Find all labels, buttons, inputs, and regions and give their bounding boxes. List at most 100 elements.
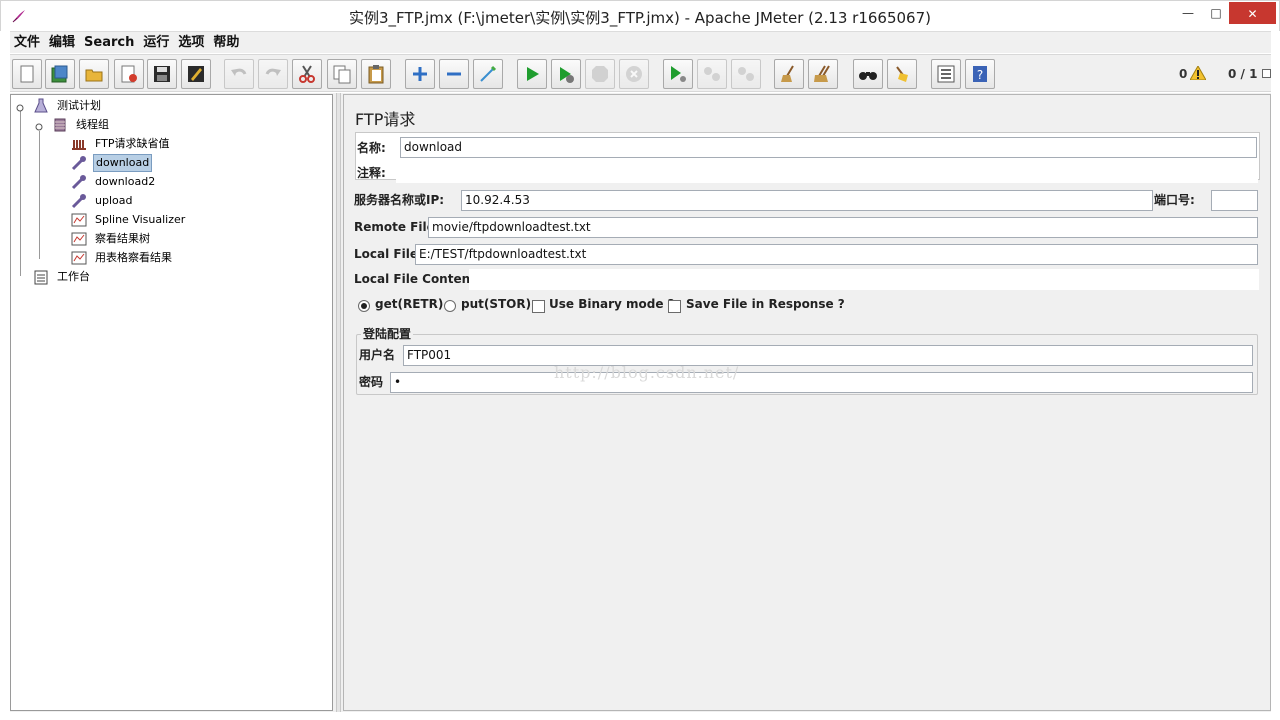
binary-mode-checkbox[interactable] (532, 300, 545, 313)
menu-run[interactable]: 运行 (140, 32, 172, 54)
menu-bar: 文件 编辑 Search 运行 选项 帮助 (10, 31, 1271, 53)
shutdown-button[interactable] (619, 59, 649, 89)
function-helper-button[interactable] (931, 59, 961, 89)
test-plan-icon (34, 98, 48, 113)
sampler-pipette-icon (71, 194, 86, 209)
title-bar: 实例3_FTP.jmx (F:\jmeter\实例\实例3_FTP.jmx) -… (0, 0, 1280, 31)
stop-button[interactable] (585, 59, 615, 89)
warning-icon[interactable] (1190, 66, 1206, 80)
remote-stop-all-button[interactable] (697, 59, 727, 89)
put-radio[interactable] (444, 300, 456, 312)
search-button[interactable] (853, 59, 883, 89)
stop-icon (592, 66, 608, 82)
save-as-image-button[interactable] (181, 59, 211, 89)
save-image-icon (188, 66, 204, 82)
clear-button[interactable] (774, 59, 804, 89)
open-button[interactable] (79, 59, 109, 89)
broom-reset-icon (896, 66, 908, 82)
local-contents-label: Local File Contents: (354, 272, 488, 286)
local-file-field[interactable]: E:/TEST/ftpdownloadtest.txt (415, 244, 1258, 265)
copy-icon (333, 65, 351, 84)
tree-item-label: upload (95, 194, 133, 207)
expand-toggle-icon[interactable] (35, 123, 43, 131)
menu-file[interactable]: 文件 (11, 32, 43, 54)
remote-shutdown-all-button[interactable] (731, 59, 761, 89)
scissors-icon (299, 65, 315, 83)
redo-icon (265, 68, 281, 76)
tree-item-label: Spline Visualizer (95, 213, 186, 226)
expand-toggle-icon[interactable] (16, 104, 24, 112)
sampler-pipette-icon (71, 175, 86, 190)
local-contents-field[interactable] (469, 269, 1259, 290)
remote-file-field[interactable]: movie/ftpdownloadtest.txt (428, 217, 1258, 238)
tree-connector (39, 131, 40, 259)
new-file-icon (20, 65, 34, 83)
put-label: put(STOR) (461, 297, 532, 311)
test-plan-tree: 测试计划 线程组 FTP请求缺省值 download download2 upl… (10, 94, 333, 711)
templates-button[interactable] (45, 59, 75, 89)
tree-item-label: 用表格察看结果 (95, 251, 172, 264)
toggle-button[interactable] (473, 59, 503, 89)
ftp-request-panel: FTP请求 名称: download 注释: 服务器名称或IP: 10.92.4… (343, 94, 1271, 711)
get-label: get(RETR) (375, 297, 444, 311)
save-icon (154, 66, 170, 82)
toolbar: ? 0 0 / 1 (10, 54, 1271, 92)
comments-field[interactable] (396, 162, 1258, 183)
menu-help[interactable]: 帮助 (210, 32, 242, 54)
sampler-pipette-icon (71, 156, 86, 171)
password-label: 密码 (359, 375, 384, 389)
cut-button[interactable] (292, 59, 322, 89)
remote-start-all-button[interactable] (663, 59, 693, 89)
get-radio[interactable] (358, 300, 370, 312)
close-window-button[interactable]: ✕ (1229, 2, 1276, 24)
port-label: 端口号: (1154, 193, 1195, 207)
panel-splitter[interactable] (336, 93, 341, 712)
listener-chart-icon (71, 213, 87, 227)
play-no-pause-icon (560, 67, 574, 83)
new-button[interactable] (12, 59, 42, 89)
maximize-button[interactable]: □ (1201, 1, 1231, 25)
templates-icon (51, 65, 68, 83)
menu-edit[interactable]: 编辑 (46, 32, 78, 54)
shutdown-icon (626, 66, 642, 82)
tree-item-label: 工作台 (57, 270, 90, 283)
clear-all-button[interactable] (808, 59, 838, 89)
port-field[interactable] (1211, 190, 1258, 211)
name-label: 名称: (357, 141, 386, 155)
remote-start-icon (671, 66, 686, 82)
help-button[interactable]: ? (965, 59, 995, 89)
copy-button[interactable] (327, 59, 357, 89)
undo-icon (231, 68, 247, 76)
close-file-button[interactable] (114, 59, 144, 89)
window-title: 实例3_FTP.jmx (F:\jmeter\实例\实例3_FTP.jmx) -… (349, 9, 931, 27)
tree-item-label: 察看结果树 (95, 232, 150, 245)
undo-button[interactable] (224, 59, 254, 89)
workbench-clipboard-icon (34, 270, 48, 285)
save-button[interactable] (147, 59, 177, 89)
name-field[interactable]: download (400, 137, 1257, 158)
toggle-wand-icon (480, 65, 497, 82)
minimize-button[interactable]: — (1173, 1, 1203, 25)
local-file-label: Local File: (354, 247, 423, 261)
minus-icon (447, 72, 461, 76)
binoculars-search-icon (859, 72, 877, 80)
tree-connector (20, 111, 21, 276)
menu-search[interactable]: Search (81, 32, 137, 54)
reset-search-button[interactable] (887, 59, 917, 89)
paste-button[interactable] (361, 59, 391, 89)
menu-options[interactable]: 选项 (175, 32, 207, 54)
username-field[interactable]: FTP001 (403, 345, 1253, 366)
tree-item-label: 线程组 (76, 118, 109, 131)
panel-title: FTP请求 (355, 110, 416, 129)
save-response-checkbox[interactable] (668, 300, 681, 313)
expand-all-button[interactable] (405, 59, 435, 89)
remote-file-label: Remote File: (354, 220, 440, 234)
redo-button[interactable] (258, 59, 288, 89)
password-field[interactable]: • (390, 372, 1253, 393)
collapse-all-button[interactable] (439, 59, 469, 89)
login-config-title: 登陆配置 (361, 325, 414, 342)
start-button[interactable] (517, 59, 547, 89)
config-element-icon (72, 140, 86, 150)
start-no-pause-button[interactable] (551, 59, 581, 89)
server-field[interactable]: 10.92.4.53 (461, 190, 1153, 211)
